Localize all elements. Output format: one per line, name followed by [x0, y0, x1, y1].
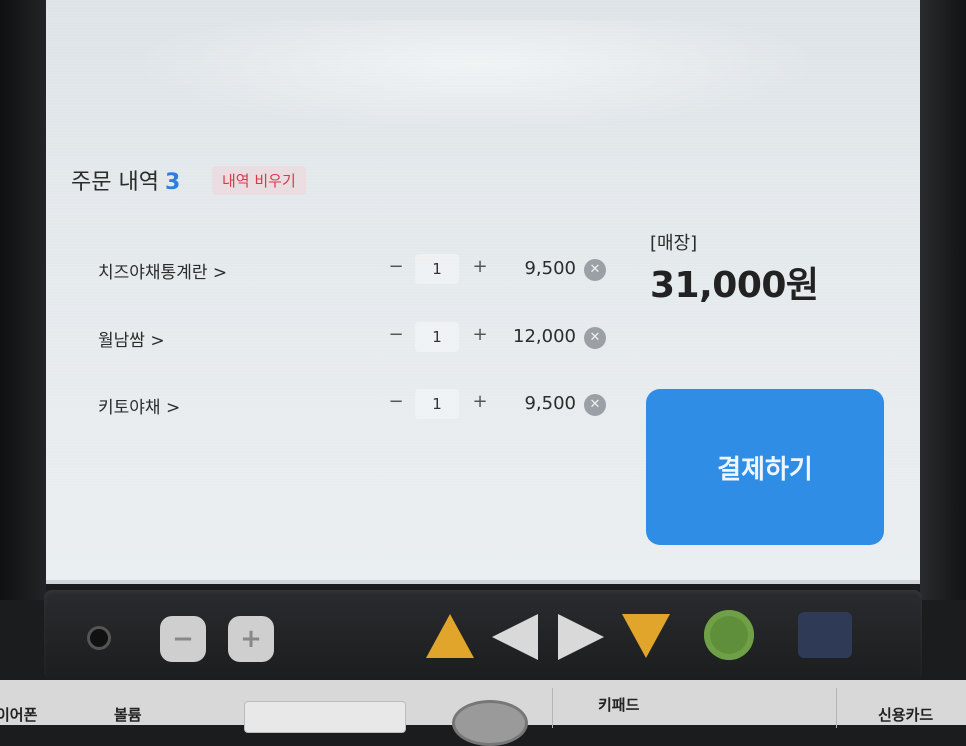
keypad-label: 키패드	[598, 696, 640, 714]
remove-item-icon[interactable]: ✕	[584, 394, 606, 416]
remove-item-icon[interactable]: ✕	[584, 259, 606, 281]
right-bezel	[920, 0, 966, 600]
pay-button[interactable]: 결제하기	[646, 389, 884, 545]
item-name[interactable]: 치즈야채통계란 >	[98, 258, 227, 283]
earphone-label: 이어폰	[0, 706, 38, 724]
item-name[interactable]: 월남쌈 >	[98, 326, 165, 351]
qty-value: 1	[415, 322, 459, 352]
item-price: 9,500	[524, 258, 576, 279]
kiosk-label-strip: 이어폰 볼륨 키패드 신용카드	[0, 680, 966, 746]
slot	[244, 701, 406, 733]
kiosk-screen: 주문 내역 3 내역 비우기 치즈야채통계란 > − 1 + 9,500 ✕ 월남…	[46, 0, 920, 584]
arrow-down-icon[interactable]	[620, 612, 672, 660]
keypad-knob[interactable]	[452, 700, 528, 746]
qty-value: 1	[415, 254, 459, 284]
card-label: 신용카드	[878, 706, 934, 724]
item-name[interactable]: 키토야채 >	[98, 393, 180, 418]
order-item-row: 키토야채 > − 1 + 9,500 ✕	[46, 385, 646, 425]
divider	[552, 688, 553, 728]
arrow-right-icon[interactable]	[556, 612, 606, 662]
decrease-qty-button[interactable]: −	[386, 391, 406, 412]
item-price: 9,500	[524, 393, 576, 414]
hardware-panel: − +	[44, 590, 922, 680]
volume-up-button[interactable]: +	[228, 616, 274, 662]
order-header: 주문 내역 3	[71, 164, 180, 196]
volume-down-button[interactable]: −	[160, 616, 206, 662]
volume-label: 볼륨	[114, 706, 142, 724]
arrow-left-icon[interactable]	[490, 612, 540, 662]
earphone-jack-icon[interactable]	[87, 626, 111, 650]
total-amount: 31,000원	[650, 265, 819, 306]
order-title: 주문 내역	[71, 170, 159, 195]
order-count: 3	[164, 170, 181, 195]
remove-item-icon[interactable]: ✕	[584, 327, 606, 349]
decrease-qty-button[interactable]: −	[386, 256, 406, 277]
left-bezel	[0, 0, 46, 600]
decrease-qty-button[interactable]: −	[386, 324, 406, 345]
dine-option-label: [매장]	[650, 233, 698, 254]
order-item-row: 치즈야채통계란 > − 1 + 9,500 ✕	[46, 250, 646, 290]
qty-value: 1	[415, 389, 459, 419]
screen-glare	[126, 20, 826, 130]
ok-button[interactable]	[704, 610, 754, 660]
divider	[836, 688, 837, 728]
home-square-button[interactable]	[798, 612, 852, 658]
arrow-up-icon[interactable]	[424, 612, 476, 660]
item-price: 12,000	[513, 326, 576, 347]
order-item-row: 월남쌈 > − 1 + 12,000 ✕	[46, 318, 646, 358]
clear-order-button[interactable]: 내역 비우기	[212, 166, 306, 195]
